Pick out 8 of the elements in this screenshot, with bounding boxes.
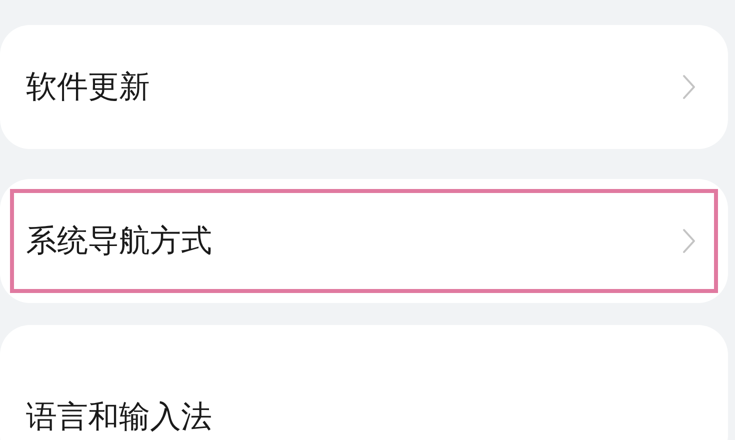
item-label: 语言和输入法 bbox=[26, 398, 212, 437]
chevron-right-icon bbox=[682, 74, 696, 100]
item-label: 软件更新 bbox=[26, 68, 150, 107]
settings-item[interactable]: 语言和输入法 bbox=[10, 365, 718, 440]
chevron-right-icon bbox=[682, 228, 696, 254]
settings-item[interactable]: 系统导航方式 bbox=[10, 189, 718, 293]
settings-item[interactable]: 软件更新 bbox=[10, 35, 718, 139]
item-label: 系统导航方式 bbox=[26, 222, 212, 261]
